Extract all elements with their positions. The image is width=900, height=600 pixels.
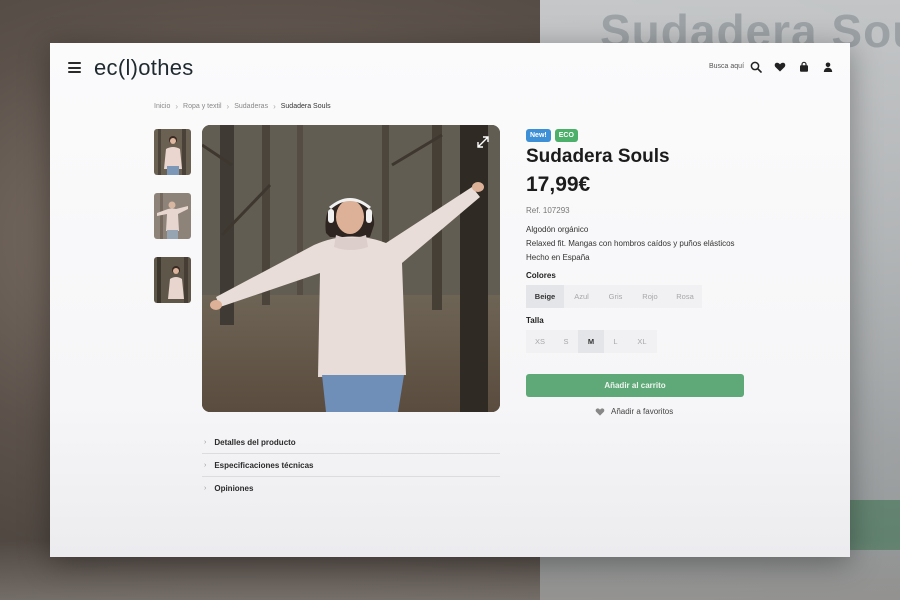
description-line: Algodón orgánico — [526, 225, 589, 234]
product-thumbnail-2[interactable] — [154, 193, 191, 239]
product-thumbnail-1[interactable] — [154, 129, 191, 175]
site-header: ec(l)othes Busca aquí — [50, 43, 850, 93]
color-option-rosa[interactable]: Rosa — [668, 285, 702, 308]
accordion-item-details[interactable]: › Detalles del producto — [202, 431, 500, 454]
add-to-cart-button[interactable]: Añadir al carrito — [526, 374, 744, 397]
colors-label: Colores — [526, 271, 556, 280]
product-thumbnail-3[interactable] — [154, 257, 191, 303]
product-ref: Ref. 107293 — [526, 206, 570, 215]
breadcrumb-separator-icon: › — [226, 102, 230, 111]
search-label[interactable]: Busca aquí — [709, 63, 744, 70]
menu-icon[interactable] — [68, 62, 81, 73]
expand-icon[interactable] — [476, 135, 490, 149]
chevron-right-icon: › — [204, 438, 207, 446]
accordion-item-reviews[interactable]: › Opiniones — [202, 477, 500, 500]
breadcrumb-separator-icon: › — [175, 102, 179, 111]
size-option-xs[interactable]: XS — [526, 330, 554, 353]
breadcrumb: Inicio › Ropa y textil › Sudaderas › Sud… — [154, 102, 331, 111]
bag-icon[interactable] — [798, 61, 810, 73]
breadcrumb-item-current: Sudadera Souls — [280, 103, 331, 110]
product-price: 17,99€ — [526, 173, 591, 196]
browser-window: ec(l)othes Busca aquí Inicio › Ropa y te… — [50, 43, 850, 557]
color-option-rojo[interactable]: Rojo — [632, 285, 668, 308]
color-option-beige[interactable]: Beige — [526, 285, 564, 308]
add-to-favorites-label: Añadir a favoritos — [611, 407, 674, 416]
chevron-right-icon: › — [204, 461, 207, 469]
search-icon[interactable] — [750, 61, 762, 73]
size-option-l[interactable]: L — [604, 330, 627, 353]
badge-eco: ECO — [554, 129, 578, 142]
size-label: Talla — [526, 316, 544, 325]
size-option-s[interactable]: S — [554, 330, 578, 353]
description-line: Hecho en España — [526, 253, 590, 262]
add-to-favorites-link[interactable]: Añadir a favoritos — [595, 407, 673, 416]
accordion-item-label: Opiniones — [214, 484, 254, 493]
breadcrumb-item-ropa[interactable]: Ropa y textil — [183, 103, 222, 110]
product-description: Algodón orgánico Relaxed fit. Mangas con… — [526, 223, 735, 265]
size-options: XS S M L XL — [526, 330, 657, 353]
product-main-image[interactable] — [202, 125, 500, 412]
badge-new: New! — [526, 129, 551, 142]
accordion-item-label: Especificaciones técnicas — [214, 460, 314, 470]
site-logo[interactable]: ec(l)othes — [94, 55, 194, 81]
color-option-azul[interactable]: Azul — [564, 285, 599, 308]
description-line: Relaxed fit. Mangas con hombros caídos y… — [526, 239, 735, 248]
color-option-gris[interactable]: Gris — [599, 285, 632, 308]
heart-icon — [595, 408, 605, 416]
product-title: Sudadera Souls — [526, 146, 670, 167]
color-options: Beige Azul Gris Rojo Rosa — [526, 285, 702, 308]
user-icon[interactable] — [822, 61, 834, 73]
size-option-m[interactable]: M — [578, 330, 604, 353]
chevron-right-icon: › — [204, 485, 207, 492]
size-option-xl[interactable]: XL — [627, 330, 657, 353]
product-accordion: › Detalles del producto › Especificacion… — [202, 431, 500, 500]
heart-icon[interactable] — [774, 61, 786, 73]
accordion-item-specs[interactable]: › Especificaciones técnicas — [202, 454, 500, 477]
product-badges: New! ECO — [526, 129, 578, 142]
breadcrumb-item-sudaderas[interactable]: Sudaderas — [234, 103, 268, 110]
breadcrumb-item-inicio[interactable]: Inicio — [154, 103, 170, 110]
accordion-item-label: Detalles del producto — [214, 437, 296, 447]
breadcrumb-separator-icon: › — [273, 102, 276, 111]
